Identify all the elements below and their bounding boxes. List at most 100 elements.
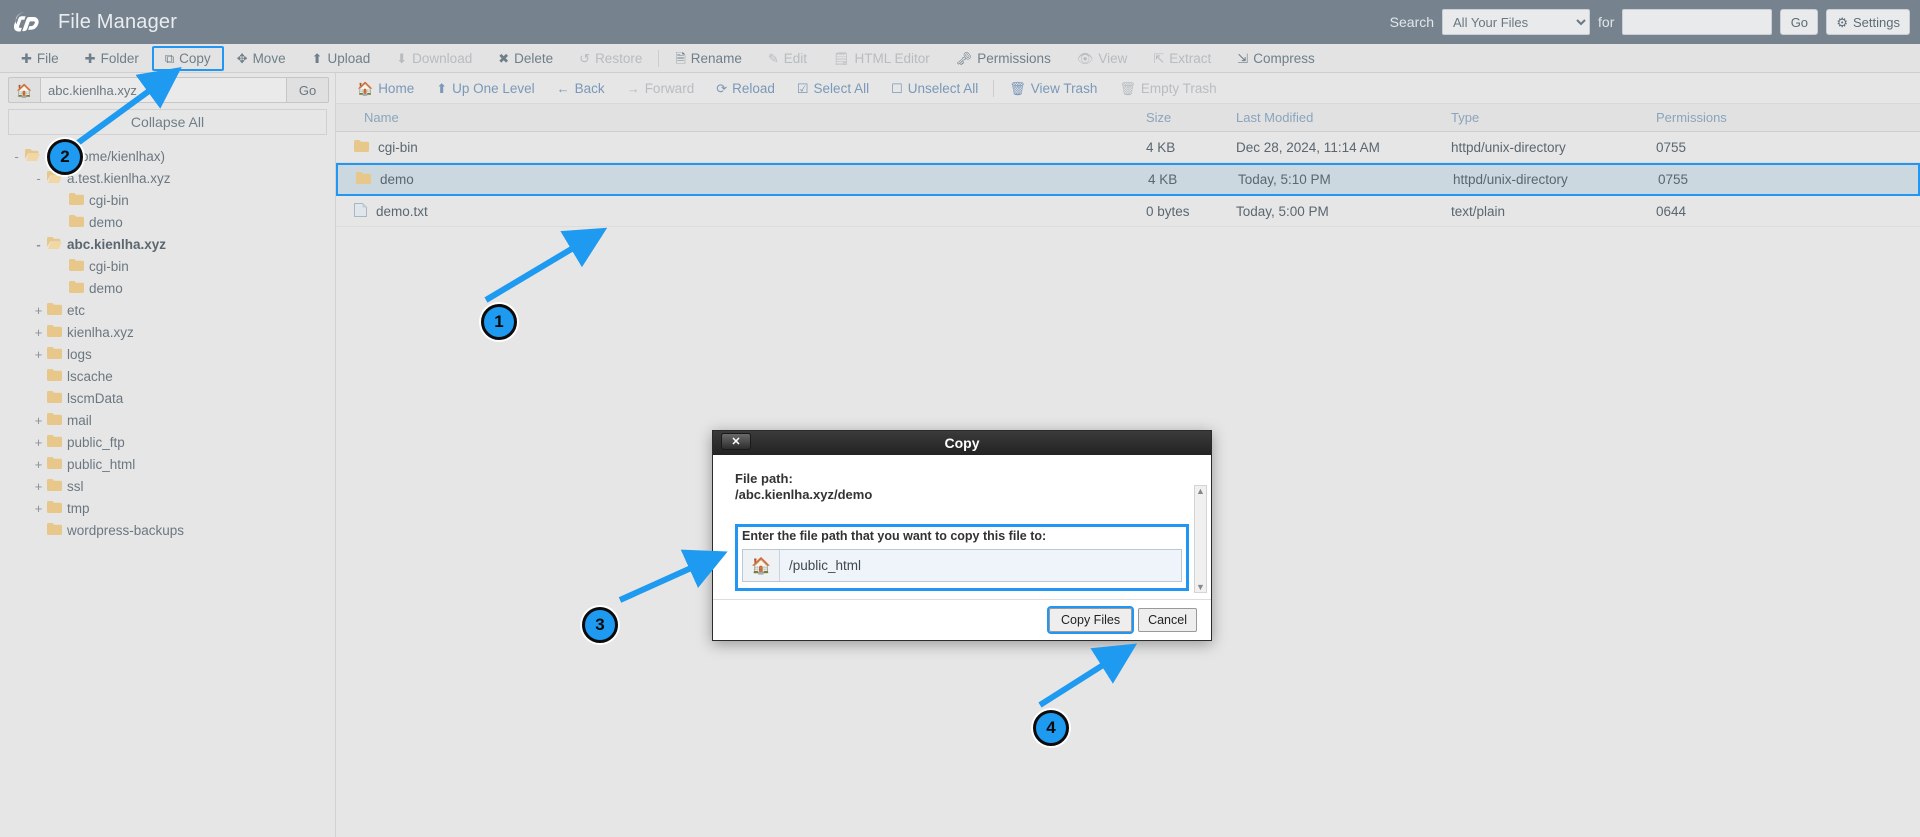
main-toolbar: ✚File✚Folder⧉Copy✥Move⬆Upload⬇Download✖D… <box>0 44 1920 73</box>
eye-icon: 👁 <box>1077 52 1094 65</box>
folder-icon <box>47 479 62 494</box>
tree-node-public_ftp[interactable]: +public_ftp <box>0 431 335 453</box>
tree-toggle-icon[interactable]: - <box>32 171 45 186</box>
folder-icon <box>47 237 62 252</box>
tree-toggle-icon[interactable]: + <box>32 303 45 318</box>
tree-toggle-icon[interactable]: - <box>32 237 45 252</box>
tree-node-abc.kienlha.xyz[interactable]: - abc.kienlha.xyz <box>0 233 335 255</box>
column-header-name[interactable]: Name <box>336 110 1146 125</box>
destination-path-input[interactable] <box>780 550 1181 581</box>
nav-view-trash-button[interactable]: 🗑View Trash <box>998 78 1108 99</box>
search-input[interactable] <box>1622 9 1772 35</box>
tree-toggle-icon[interactable]: + <box>32 479 45 494</box>
compress-icon: ⇲ <box>1237 52 1248 65</box>
toolbar-delete-button[interactable]: ✖Delete <box>485 46 566 71</box>
tree-node-lscmData[interactable]: lscmData <box>0 387 335 409</box>
tree-toggle-icon[interactable]: + <box>32 413 45 428</box>
tree-toggle-icon[interactable]: + <box>32 457 45 472</box>
toolbar-move-button[interactable]: ✥Move <box>224 46 299 71</box>
folder-icon <box>47 457 62 472</box>
tree-node-kienlha.xyz[interactable]: +kienlha.xyz <box>0 321 335 343</box>
cancel-button[interactable]: Cancel <box>1138 608 1197 632</box>
tree-node-ssl[interactable]: +ssl <box>0 475 335 497</box>
tree-node-public_html[interactable]: +public_html <box>0 453 335 475</box>
path-bar: 🏠 Go <box>0 73 335 107</box>
copy-dialog: ✕ Copy ▲▼ File path: /abc.kienlha.xyz/de… <box>712 430 1212 641</box>
nav-unselect-all-button[interactable]: ☐ Unselect All <box>880 78 989 99</box>
copy-icon: ⧉ <box>165 52 174 65</box>
tree-node-label: tmp <box>67 501 90 516</box>
column-header-type[interactable]: Type <box>1451 110 1656 125</box>
checkbox-checked-icon: ☑ <box>797 82 809 95</box>
nav-item-label: Unselect All <box>908 81 979 96</box>
toolbar-copy-button[interactable]: ⧉Copy <box>152 46 224 71</box>
tree-toggle-icon[interactable]: + <box>32 435 45 450</box>
file-name-label[interactable]: demo.txt <box>376 204 428 219</box>
copy-dialog-titlebar: ✕ Copy <box>713 431 1211 455</box>
cell-permissions: 0755 <box>1658 172 1758 187</box>
tree-toggle-icon[interactable]: + <box>32 347 45 362</box>
tree-node-tmp[interactable]: + tmp <box>0 497 335 519</box>
nav-up-one-level-button[interactable]: ⬆Up One Level <box>425 78 545 99</box>
toolbar-item-label: Delete <box>514 51 553 66</box>
settings-button[interactable]: ⚙ Settings <box>1826 9 1910 35</box>
tree-node-cgi-bin[interactable]: cgi-bin <box>0 189 335 211</box>
toolbar-folder-button[interactable]: ✚Folder <box>72 46 152 71</box>
toolbar-item-label: Rename <box>691 51 742 66</box>
table-row[interactable]: demo4 KBToday, 5:10 PMhttpd/unix-directo… <box>336 163 1920 196</box>
tree-toggle-icon[interactable]: - <box>10 149 23 164</box>
search-go-button[interactable]: Go <box>1780 9 1818 35</box>
toolbar-permissions-button[interactable]: 🗝Permissions <box>943 46 1064 71</box>
destination-home-icon[interactable]: 🏠 <box>743 550 780 581</box>
nav-back-button[interactable]: ←Back <box>546 78 616 99</box>
column-header-size[interactable]: Size <box>1146 110 1236 125</box>
file-name-label[interactable]: cgi-bin <box>378 140 418 155</box>
column-header-last-modified[interactable]: Last Modified <box>1236 110 1451 125</box>
toolbar-rename-button[interactable]: 🗎Rename <box>662 46 754 71</box>
nav-reload-button[interactable]: ⟳Reload <box>705 78 786 99</box>
search-for-label: for <box>1598 14 1614 30</box>
nav-item-label: Empty Trash <box>1141 81 1217 96</box>
path-home-button[interactable]: 🏠 <box>8 77 40 103</box>
nav-item-label: Forward <box>645 81 695 96</box>
path-go-button[interactable]: Go <box>287 77 329 103</box>
nav-home-button[interactable]: 🏠Home <box>346 78 425 99</box>
nav-item-label: View Trash <box>1031 81 1098 96</box>
column-header-permissions[interactable]: Permissions <box>1656 110 1756 125</box>
tree-node-mail[interactable]: +mail <box>0 409 335 431</box>
cell-permissions: 0644 <box>1656 204 1756 219</box>
cell-type: httpd/unix-directory <box>1451 140 1656 155</box>
folder-icon <box>47 303 62 318</box>
cell-last-modified: Dec 28, 2024, 11:14 AM <box>1236 140 1451 155</box>
file-path-value: /abc.kienlha.xyz/demo <box>735 487 1189 502</box>
table-row[interactable]: demo.txt0 bytesToday, 5:00 PMtext/plain0… <box>336 196 1920 227</box>
tree-node-demo[interactable]: demo <box>0 211 335 233</box>
nav-select-all-button[interactable]: ☑Select All <box>786 78 880 99</box>
tree-node-cgi-bin[interactable]: cgi-bin <box>0 255 335 277</box>
toolbar-file-button[interactable]: ✚File <box>8 46 72 71</box>
toolbar-edit-button: ✎Edit <box>755 46 820 71</box>
path-input[interactable] <box>40 77 287 103</box>
toolbar-restore-button: ↺Restore <box>566 46 655 71</box>
toolbar-upload-button[interactable]: ⬆Upload <box>299 46 384 71</box>
tree-toggle-icon[interactable]: + <box>32 325 45 340</box>
tree-node-a.test.kienlha.xyz[interactable]: -a.test.kienlha.xyz <box>0 167 335 189</box>
tree-node-etc[interactable]: +etc <box>0 299 335 321</box>
tree-node-logs[interactable]: +logs <box>0 343 335 365</box>
collapse-all-button[interactable]: Collapse All <box>8 109 327 135</box>
close-icon[interactable]: ✕ <box>721 433 751 450</box>
tree-node-wordpress-backups[interactable]: wordpress-backups <box>0 519 335 541</box>
dialog-scrollbar[interactable]: ▲▼ <box>1194 485 1207 593</box>
file-name-label[interactable]: demo <box>380 172 414 187</box>
tree-toggle-icon[interactable]: + <box>32 501 45 516</box>
tree-node-label: abc.kienlha.xyz <box>67 237 166 252</box>
search-scope-select[interactable]: All Your Files <box>1442 9 1590 35</box>
toolbar-item-label: Extract <box>1169 51 1211 66</box>
tree-node-lscache[interactable]: lscache <box>0 365 335 387</box>
tree-node-demo[interactable]: demo <box>0 277 335 299</box>
toolbar-compress-button[interactable]: ⇲Compress <box>1224 46 1327 71</box>
key-icon: 🗝 <box>956 52 973 65</box>
checkbox-empty-icon: ☐ <box>891 82 903 95</box>
copy-files-button[interactable]: Copy Files <box>1049 608 1132 632</box>
table-row[interactable]: cgi-bin4 KBDec 28, 2024, 11:14 AMhttpd/u… <box>336 132 1920 163</box>
